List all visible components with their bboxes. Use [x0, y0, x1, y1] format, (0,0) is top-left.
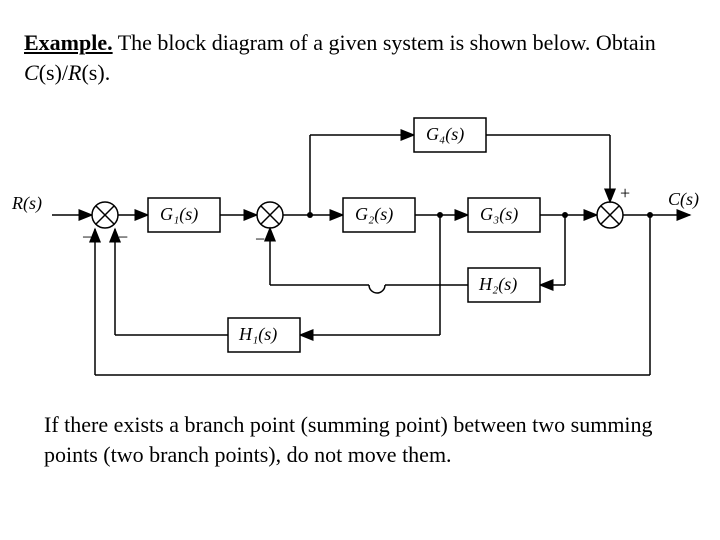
sj2-minus: −	[255, 229, 265, 249]
g3-label: G₃(s)	[480, 204, 518, 225]
block-diagram: R(s) − − G₁(s) − G₂(s) G₃(s) + C(s) G₄(s…	[0, 105, 720, 395]
sj3-plus: +	[620, 183, 630, 203]
sj1-minus-h1: −	[118, 227, 128, 247]
intro-text: The block diagram of a given system is s…	[113, 30, 656, 55]
g2-label: G₂(s)	[355, 204, 393, 225]
g4-label: G₄(s)	[426, 124, 464, 145]
example-label: Example.	[24, 30, 113, 55]
problem-statement: Example. The block diagram of a given sy…	[24, 28, 664, 87]
g1-label: G₁(s)	[160, 204, 198, 225]
h1-label: H₁(s)	[238, 324, 277, 345]
tf-c: C	[24, 60, 39, 85]
h2-label: H₂(s)	[478, 274, 517, 295]
input-label: R(s)	[11, 193, 42, 214]
period: .	[105, 60, 111, 85]
output-label: C(s)	[668, 189, 699, 210]
footer-note: If there exists a branch point (summing …	[44, 410, 674, 469]
tf-r: R	[68, 60, 81, 85]
tf-c-arg: (s)	[39, 60, 62, 85]
sj1-minus-outer: −	[82, 227, 92, 247]
tf-r-arg: (s)	[81, 60, 104, 85]
